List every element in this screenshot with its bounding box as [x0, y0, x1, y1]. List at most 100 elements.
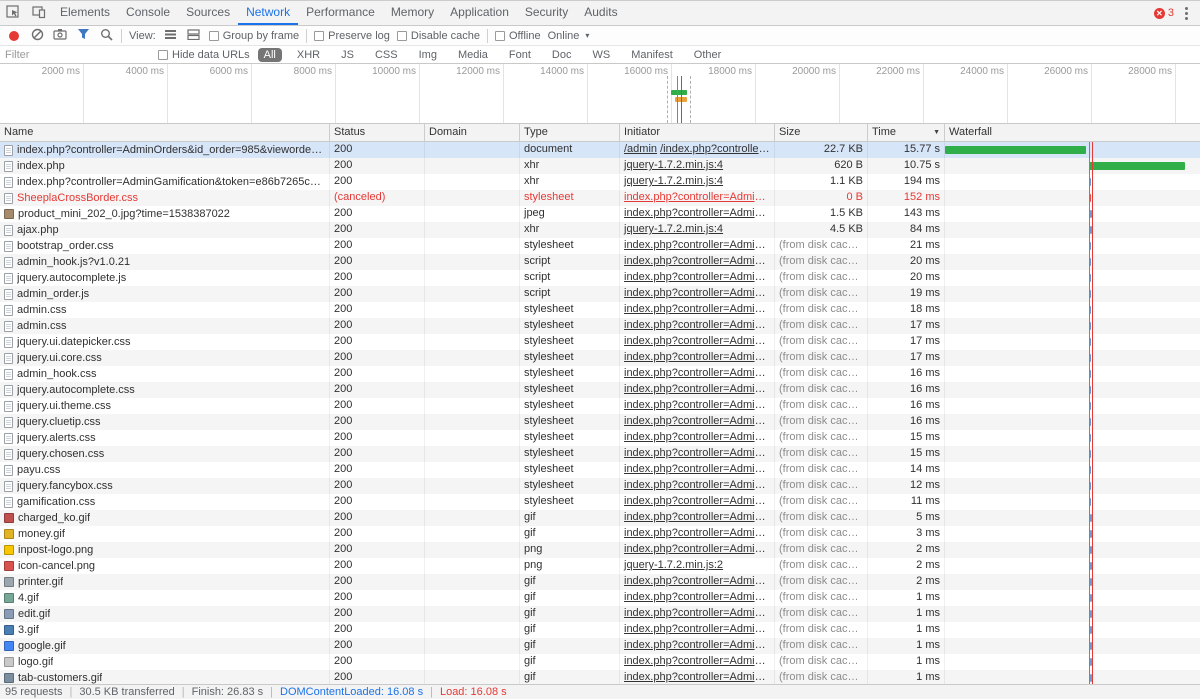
table-row[interactable]: product_mini_202_0.jpg?time=153838702220… — [0, 206, 1200, 222]
checkbox-hide-data-urls[interactable]: Hide data URLs — [158, 49, 250, 61]
timeline-overview[interactable]: 2000 ms4000 ms6000 ms8000 ms10000 ms1200… — [0, 64, 1200, 124]
filter-pill-all[interactable]: All — [258, 48, 282, 62]
filter-toggle-button[interactable] — [75, 28, 91, 44]
tab-audits[interactable]: Audits — [576, 1, 625, 25]
initiator-link[interactable]: index.php?controller=AdminOrders... — [624, 255, 775, 267]
initiator-link[interactable]: index.php?controller=AdminOrders... — [624, 639, 775, 651]
initiator-link[interactable]: index.php?controller=AdminOrders... — [624, 527, 775, 539]
table-row[interactable]: money.gif200gifindex.php?controller=Admi… — [0, 526, 1200, 542]
initiator-link[interactable]: index.php?controller=AdminOrders... — [624, 431, 775, 443]
initiator-link[interactable]: index.php?controller=AdminOrders... — [624, 367, 775, 379]
filter-pill-font[interactable]: Font — [503, 48, 537, 62]
column-header-name[interactable]: Name — [0, 124, 330, 141]
table-row[interactable]: jquery.ui.datepicker.css200stylesheetind… — [0, 334, 1200, 350]
table-row[interactable]: google.gif200gifindex.php?controller=Adm… — [0, 638, 1200, 654]
checkbox-disable-cache[interactable]: Disable cache — [397, 30, 480, 42]
table-row[interactable]: jquery.chosen.css200stylesheetindex.php?… — [0, 446, 1200, 462]
initiator-link[interactable]: jquery-1.7.2.min.js:4 — [624, 223, 723, 235]
table-row[interactable]: bootstrap_order.css200stylesheetindex.ph… — [0, 238, 1200, 254]
table-row[interactable]: edit.gif200gifindex.php?controller=Admin… — [0, 606, 1200, 622]
initiator-link[interactable]: /index.php?controller=... — [660, 143, 775, 155]
initiator-link[interactable]: index.php?controller=AdminOrders... — [624, 607, 775, 619]
column-header-time[interactable]: Time ▼ — [868, 124, 945, 141]
table-row[interactable]: jquery.cluetip.css200stylesheetindex.php… — [0, 414, 1200, 430]
table-row[interactable]: logo.gif200gifindex.php?controller=Admin… — [0, 654, 1200, 670]
filter-pill-manifest[interactable]: Manifest — [625, 48, 679, 62]
checkbox-preserve-log[interactable]: Preserve log — [314, 30, 390, 42]
inspect-element-button[interactable] — [0, 1, 26, 25]
toggle-device-toolbar-button[interactable] — [26, 1, 52, 25]
initiator-link[interactable]: index.php?controller=AdminOrders... — [624, 303, 775, 315]
initiator-link[interactable]: index.php?controller=AdminOrders... — [624, 383, 775, 395]
view-list-button[interactable] — [163, 28, 179, 44]
table-row[interactable]: printer.gif200gifindex.php?controller=Ad… — [0, 574, 1200, 590]
filter-pill-css[interactable]: CSS — [369, 48, 404, 62]
initiator-link[interactable]: /admin — [624, 143, 657, 155]
table-row[interactable]: admin_hook.css200stylesheetindex.php?con… — [0, 366, 1200, 382]
column-header-waterfall[interactable]: Waterfall — [945, 124, 1200, 141]
column-header-type[interactable]: Type — [520, 124, 620, 141]
initiator-link[interactable]: index.php?controller=AdminOrders... — [624, 399, 775, 411]
initiator-link[interactable]: index.php?controller=AdminOrders... — [624, 511, 775, 523]
record-network-log-button[interactable] — [6, 28, 22, 44]
table-row[interactable]: index.php?controller=AdminGamification&t… — [0, 174, 1200, 190]
filter-pill-other[interactable]: Other — [688, 48, 728, 62]
tab-elements[interactable]: Elements — [52, 1, 118, 25]
table-row[interactable]: jquery.autocomplete.css200stylesheetinde… — [0, 382, 1200, 398]
initiator-link[interactable]: index.php?controller=AdminOrders... — [624, 671, 775, 683]
initiator-link[interactable]: index.php?controller=AdminOrders... — [624, 191, 775, 203]
initiator-link[interactable]: index.php?controller=AdminOrders... — [624, 415, 775, 427]
filter-pill-ws[interactable]: WS — [586, 48, 616, 62]
table-row[interactable]: admin.css200stylesheetindex.php?controll… — [0, 302, 1200, 318]
table-row[interactable]: jquery.ui.theme.css200stylesheetindex.ph… — [0, 398, 1200, 414]
table-row[interactable]: admin.css200stylesheetindex.php?controll… — [0, 318, 1200, 334]
filter-pill-img[interactable]: Img — [413, 48, 443, 62]
tab-network[interactable]: Network — [238, 1, 298, 25]
table-row[interactable]: charged_ko.gif200gifindex.php?controller… — [0, 510, 1200, 526]
filter-pill-js[interactable]: JS — [335, 48, 360, 62]
column-header-initiator[interactable]: Initiator — [620, 124, 775, 141]
capture-screenshots-button[interactable] — [52, 28, 68, 44]
table-row[interactable]: ajax.php200xhrjquery-1.7.2.min.js:44.5 K… — [0, 222, 1200, 238]
initiator-link[interactable]: index.php?controller=AdminOrders... — [624, 463, 775, 475]
initiator-link[interactable]: jquery-1.7.2.min.js:2 — [624, 559, 723, 571]
table-row[interactable]: admin_order.js200scriptindex.php?control… — [0, 286, 1200, 302]
initiator-link[interactable]: index.php?controller=AdminOrders... — [624, 655, 775, 667]
tab-sources[interactable]: Sources — [178, 1, 238, 25]
initiator-link[interactable]: index.php?controller=AdminOrders... — [624, 351, 775, 363]
initiator-link[interactable]: index.php?controller=AdminOrders... — [624, 543, 775, 555]
search-button[interactable] — [98, 28, 114, 44]
initiator-link[interactable]: index.php?controller=AdminOrders... — [624, 207, 775, 219]
tab-memory[interactable]: Memory — [383, 1, 442, 25]
column-header-status[interactable]: Status — [330, 124, 425, 141]
table-row[interactable]: inpost-logo.png200pngindex.php?controlle… — [0, 542, 1200, 558]
initiator-link[interactable]: jquery-1.7.2.min.js:4 — [624, 159, 723, 171]
table-row[interactable]: icon-cancel.png200pngjquery-1.7.2.min.js… — [0, 558, 1200, 574]
table-row[interactable]: jquery.fancybox.css200stylesheetindex.ph… — [0, 478, 1200, 494]
initiator-link[interactable]: index.php?controller=AdminOrders... — [624, 271, 775, 283]
table-row[interactable]: index.php?controller=AdminOrders&id_orde… — [0, 142, 1200, 158]
table-row[interactable]: tab-customers.gif200gifindex.php?control… — [0, 670, 1200, 684]
initiator-link[interactable]: index.php?controller=AdminOrders... — [624, 319, 775, 331]
table-row[interactable]: payu.css200stylesheetindex.php?controlle… — [0, 462, 1200, 478]
initiator-link[interactable]: index.php?controller=AdminOrders... — [624, 575, 775, 587]
checkbox-offline[interactable]: Offline — [495, 30, 541, 42]
filter-input[interactable] — [5, 49, 150, 61]
table-row[interactable]: index.php200xhrjquery-1.7.2.min.js:4620 … — [0, 158, 1200, 174]
initiator-link[interactable]: index.php?controller=AdminOrders... — [624, 623, 775, 635]
filter-pill-xhr[interactable]: XHR — [291, 48, 326, 62]
tab-performance[interactable]: Performance — [298, 1, 383, 25]
console-error-badge[interactable]: ✕ 3 — [1154, 7, 1174, 19]
view-large-rows-button[interactable] — [186, 28, 202, 44]
clear-network-log-button[interactable] — [29, 28, 45, 44]
initiator-link[interactable]: index.php?controller=AdminOrders... — [624, 591, 775, 603]
filter-pill-media[interactable]: Media — [452, 48, 494, 62]
column-header-domain[interactable]: Domain — [425, 124, 520, 141]
tab-console[interactable]: Console — [118, 1, 178, 25]
table-row[interactable]: 4.gif200gifindex.php?controller=AdminOrd… — [0, 590, 1200, 606]
initiator-link[interactable]: index.php?controller=AdminOrders... — [624, 239, 775, 251]
table-row[interactable]: 3.gif200gifindex.php?controller=AdminOrd… — [0, 622, 1200, 638]
devtools-menu-button[interactable] — [1179, 3, 1194, 24]
table-row[interactable]: admin_hook.js?v1.0.21200scriptindex.php?… — [0, 254, 1200, 270]
column-header-size[interactable]: Size — [775, 124, 868, 141]
